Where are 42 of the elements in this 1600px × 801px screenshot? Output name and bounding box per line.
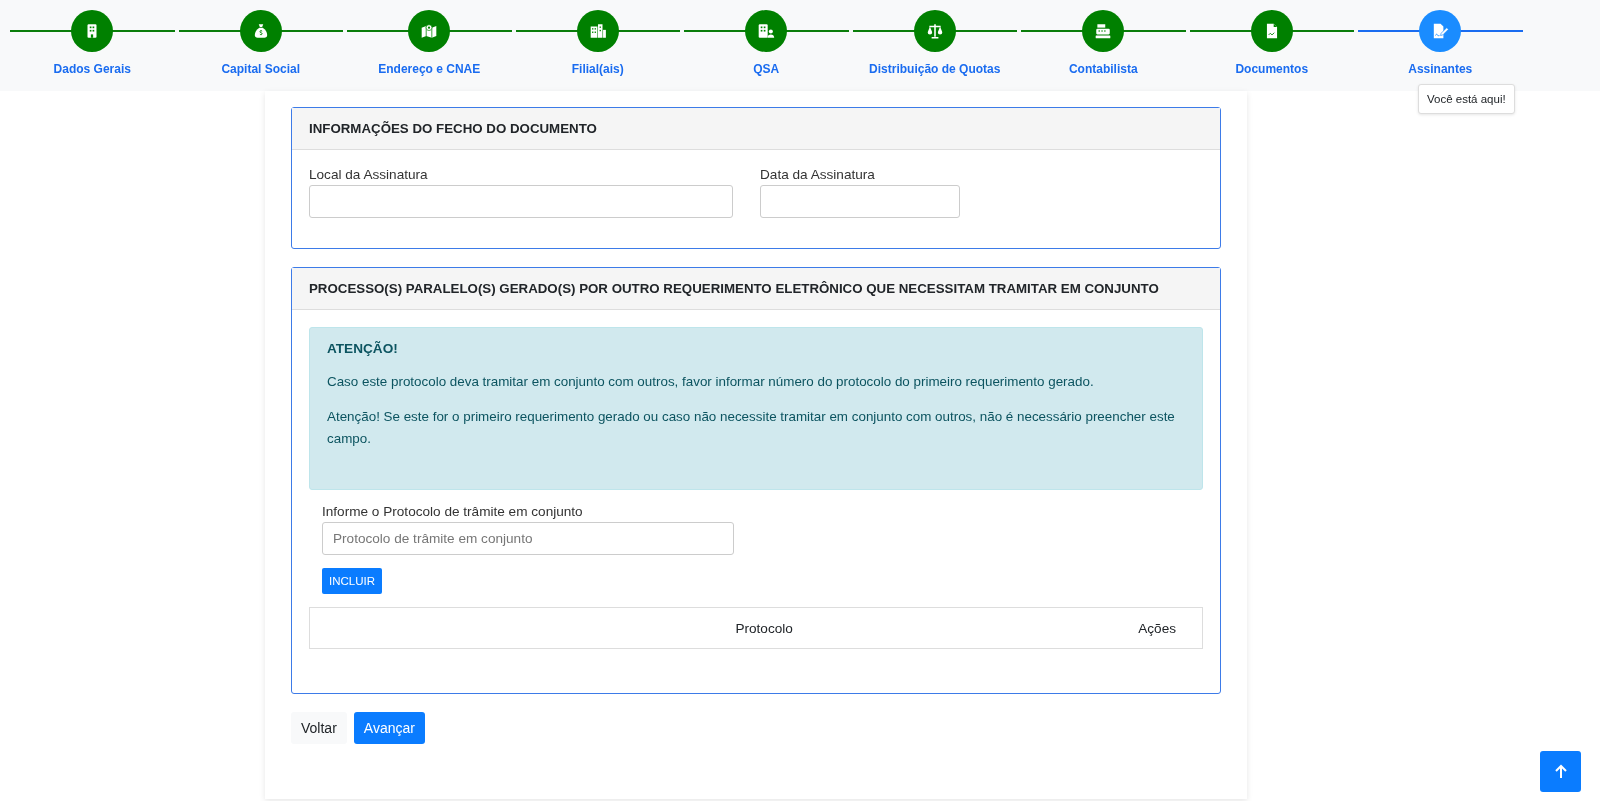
step-circle[interactable]: [1250, 10, 1293, 52]
step-label[interactable]: QSA: [753, 62, 780, 76]
step-circle[interactable]: [745, 10, 788, 52]
next-button[interactable]: Avançar: [353, 712, 425, 745]
input-field[interactable]: [309, 185, 733, 218]
step-label[interactable]: Distribuição de Quotas: [869, 62, 1001, 76]
step-label[interactable]: Filial(ais): [571, 62, 624, 76]
step-circle[interactable]: [913, 10, 956, 52]
alert-text: Caso este protocolo deva tramitar em conjunto com outros, favor informar número do protocolo do primeiro requerimento gerado.: [327, 373, 1095, 391]
step-circle[interactable]: [239, 10, 282, 52]
panel-title: INFORMAÇÕES DO FECHO DO DOCUMENTO: [292, 108, 1220, 150]
cash-register-icon: [1094, 22, 1113, 40]
alert-text: Atenção! Se este for o primeiro requerimento gerado ou caso não necessite tramitar em conjunto com outros, não é necessário preencher este campo.: [327, 408, 1176, 448]
back-button[interactable]: Voltar: [291, 712, 347, 745]
step-label[interactable]: Assinantes: [1408, 62, 1473, 76]
step-circle[interactable]: [576, 10, 619, 52]
step-circle[interactable]: [408, 10, 451, 52]
scroll-top-button[interactable]: [1540, 751, 1581, 792]
column-header: Protocolo: [734, 620, 794, 636]
map-icon: [420, 22, 439, 40]
signed-document-icon: [1431, 22, 1450, 40]
field-label: Data da Assinatura: [760, 167, 876, 182]
step-label[interactable]: Dados Gerais: [53, 62, 131, 76]
panel-title: PROCESSO(S) PARALELO(S) GERADO(S) POR OUTRO REQUERIMENTO ELETRÔNICO QUE NECESSITAM TRAMITAR EM CONJUNTO: [292, 268, 1220, 310]
add-button[interactable]: INCLUIR: [322, 568, 382, 595]
step-label[interactable]: Documentos: [1235, 62, 1309, 76]
step-circle[interactable]: [1082, 10, 1125, 52]
step-label[interactable]: Capital Social: [221, 62, 301, 76]
step-circle[interactable]: [1419, 10, 1462, 52]
alert-title: ATENÇÃO!: [327, 341, 399, 356]
step-label[interactable]: Contabilista: [1068, 62, 1138, 76]
buildings-icon: [588, 22, 607, 40]
field-label: Local da Assinatura: [309, 167, 429, 182]
building-person-icon: [757, 22, 776, 40]
tooltip: Você está aqui!: [1418, 84, 1515, 114]
scales-icon: [925, 22, 944, 40]
field-label: Informe o Protocolo de trâmite em conjunto: [322, 504, 584, 520]
step-circle[interactable]: [71, 10, 114, 52]
step-label[interactable]: Endereço e CNAE: [378, 62, 481, 76]
column-header: Ações: [1138, 620, 1177, 636]
protocol-input[interactable]: Protocolo de trâmite em conjunto: [322, 522, 734, 556]
input-field[interactable]: [760, 185, 960, 218]
